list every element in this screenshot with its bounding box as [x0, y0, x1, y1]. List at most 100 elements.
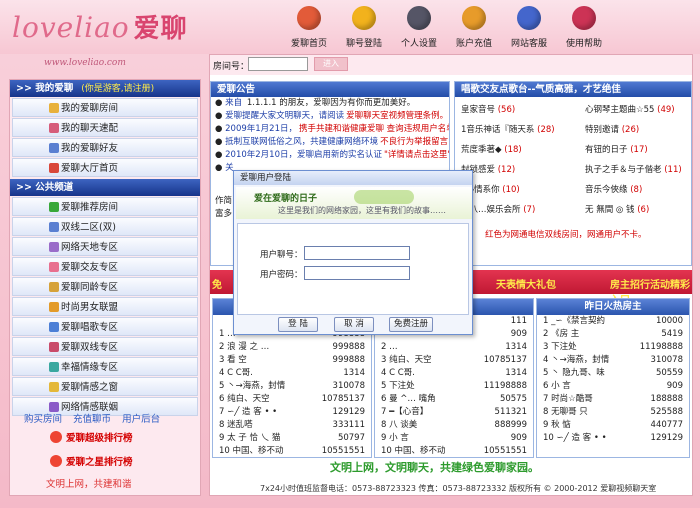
sidebar-item-dual[interactable]: 爱聊双线专区	[12, 337, 198, 356]
rank-row[interactable]: 7 时尚☆酷哥 188888	[537, 393, 689, 406]
announcement-line[interactable]: ● 抵制互联网低俗之风，共建健康网络环境 不良行为举报留言	[211, 136, 449, 149]
announcement-line[interactable]: ● 来自 1.1.1.1 的朋友，爱聊因为有你而更加美好。	[211, 97, 449, 110]
sidebar-item-happy[interactable]: 幸福情缘专区	[12, 357, 198, 376]
rank-row[interactable]: 9 秋 惦 440777	[537, 419, 689, 432]
song-room-count: (8)	[630, 185, 643, 195]
logo-text: loveliao	[12, 11, 130, 44]
nav-login-button[interactable]: 聊号登陆	[336, 6, 392, 50]
rank-row[interactable]: 5 下注处 11198888	[375, 380, 533, 393]
sidebar-item-speed-match[interactable]: 我的聊天速配	[12, 118, 198, 137]
rank-row[interactable]: 6 小 言 909	[537, 380, 689, 393]
rank-row[interactable]: 9 小 言 909	[375, 432, 533, 445]
guest-notice: (你是游客,请注册)	[81, 84, 155, 94]
rank-row[interactable]: 5 丶→海燕，封情 310078	[213, 380, 371, 393]
rank-row[interactable]: 8 无聊哥 只 525588	[537, 406, 689, 419]
user-backend-link[interactable]: 用户后台	[122, 414, 160, 425]
username-input[interactable]	[304, 246, 410, 260]
sidebar-item-dual-line[interactable]: 双线二区(双)	[12, 217, 198, 236]
rank-row[interactable]: 7 ━【心音】 511321	[375, 406, 533, 419]
song-room-item[interactable]: 有钮的日子 (17)	[585, 143, 648, 155]
rank-row[interactable]: 7 ∽╱ 造 客 • • 129129	[213, 406, 371, 419]
rank-row[interactable]: 4 C C哥. 1314	[213, 367, 371, 380]
nav-service-button[interactable]: 网站客服	[501, 6, 557, 50]
star-rank-link[interactable]: 爱聊之星排行榜	[50, 454, 133, 468]
rank-row[interactable]: 3 下注处 11198888	[537, 341, 689, 354]
song-room-count: (18)	[504, 145, 522, 155]
sidebar-item-recommended[interactable]: 爱聊推荐房间	[12, 197, 198, 216]
nav-home-button[interactable]: 爱聊首页	[281, 6, 337, 50]
friends-icon	[49, 143, 59, 153]
login-button[interactable]: 登 陆	[278, 317, 318, 332]
rank-row[interactable]: 4 丶→海燕，封情 310078	[537, 354, 689, 367]
sidebar-slogan: 文明上网，共建和谐	[46, 479, 132, 490]
dialog-title-bar[interactable]: 爱聊用户登陆	[234, 171, 472, 185]
row-value: 999888	[332, 355, 365, 365]
song-room-item[interactable]: 特别邀请 (26)	[585, 123, 639, 135]
rank-row[interactable]: 1 _∽《禁言契約 10000	[537, 315, 689, 328]
rank-row[interactable]: 10 中国、移不动 10551551	[213, 445, 371, 458]
password-input[interactable]	[304, 266, 410, 280]
song-room-item[interactable]: 音乐今俠缘 (8)	[585, 183, 642, 195]
rank-row[interactable]: 6 纯白、天空 10785137	[213, 393, 371, 406]
sidebar-item-hall-home[interactable]: 爱聊大厅首页	[12, 158, 198, 177]
rank-row[interactable]: 10 中国、移不动 10551551	[375, 445, 533, 458]
user-login-icon	[352, 6, 376, 30]
song-room-count: (17)	[630, 145, 648, 155]
logo[interactable]: loveliao 爱聊	[12, 8, 188, 45]
channel-icon	[49, 362, 59, 372]
sidebar-item-network[interactable]: 网络天地专区	[12, 237, 198, 256]
row-value: 10551551	[321, 446, 365, 456]
rank-row[interactable]: 8 迷乱嗒 333111	[213, 419, 371, 432]
super-rank-link[interactable]: 爱聊超级排行榜	[50, 430, 133, 444]
rank-row[interactable]: 2 《房 主 5419	[537, 328, 689, 341]
song-room-count: (49)	[657, 105, 675, 115]
announcement-line[interactable]: ● 爱聊提醒大家文明聊天，请阅读 爱聊聊天室视频管理条例。	[211, 110, 449, 123]
buy-room-link[interactable]: 购买房间	[24, 414, 62, 425]
rank-column-3: 昨日火热房主 1 _∽《禁言契約 10000 2 《房 主 5419 3 下注处 11…	[536, 298, 690, 458]
cancel-button[interactable]: 取 消	[334, 317, 374, 332]
row-value: 909	[510, 433, 527, 443]
song-room-item[interactable]: 荒度季著◆ (18)	[461, 143, 522, 155]
row-value: 1314	[505, 342, 527, 352]
row-name: 2 浪 漫 之 …	[219, 342, 270, 352]
rank-row[interactable]: 5 丶 隐九哥、味 50559	[537, 367, 689, 380]
rank-row[interactable]: 8 八 谈美 888999	[375, 419, 533, 432]
sidebar-item-label: 幸福情缘专区	[61, 362, 119, 373]
song-room-item[interactable]: 执子之手＆与子偕老 (11)	[585, 163, 682, 175]
nav-settings-button[interactable]: 个人设置	[391, 6, 447, 50]
row-value: 5419	[661, 329, 683, 339]
nav-help-button[interactable]: 使用帮助	[556, 6, 612, 50]
song-room-item[interactable]: 皇家音号 (56)	[461, 103, 515, 115]
sidebar-item-peers[interactable]: 爱聊同龄专区	[12, 277, 198, 296]
ann-text: 2010年2月10日，爱聊启用新的实名认证	[225, 150, 382, 160]
sidebar-item-friends[interactable]: 我的爱聊好友	[12, 138, 198, 157]
enter-room-button[interactable]: 进入	[314, 57, 348, 71]
announcement-line[interactable]: ● 2009年1月21日， 携手共建和谐健康爱聊 查询违规用户名单	[211, 123, 449, 136]
rank-row[interactable]: 3 看 空 999888	[213, 354, 371, 367]
rank-row[interactable]: 9 太 子 恰 乀 猫 50797	[213, 432, 371, 445]
rank-row[interactable]: 3 纯白、天空 10785137	[375, 354, 533, 367]
rank-row[interactable]: 10 ∽╱ 造 客 • • 129129	[537, 432, 689, 445]
row-name: 6 曼 ^… 嘴角	[381, 394, 436, 404]
song-room-count: (7)	[523, 205, 536, 215]
channel-icon	[49, 282, 59, 292]
sidebar-item-singing[interactable]: 爱聊唱歌专区	[12, 317, 198, 336]
recharge-link[interactable]: 充值聊币	[73, 414, 111, 425]
register-button[interactable]: 免费注册	[389, 317, 433, 332]
room-number-input[interactable]	[248, 57, 308, 71]
rank-row[interactable]: 2 浪 漫 之 … 999888	[213, 341, 371, 354]
check-icon	[49, 202, 59, 212]
rank-row[interactable]: 2 … 1314	[375, 341, 533, 354]
sidebar-item-my-room[interactable]: 我的爱聊房间	[12, 98, 198, 117]
sidebar-item-dating[interactable]: 爱聊交友专区	[12, 257, 198, 276]
nav-recharge-button[interactable]: 账户充值	[446, 6, 502, 50]
song-room-item[interactable]: 心钢琴主题曲☆55 (49)	[585, 103, 675, 115]
rank-row[interactable]: 6 曼 ^… 嘴角 50575	[375, 393, 533, 406]
sidebar-item-emotion[interactable]: 爱聊情感之窗	[12, 377, 198, 396]
song-room-item[interactable]: 1音乐神话『随天系 (28)	[461, 123, 555, 135]
sidebar-item-fashion[interactable]: 时尚男女联盟	[12, 297, 198, 316]
announcement-line[interactable]: ● 2010年2月10日，爱聊启用新的实名认证 "详情请点击这里"	[211, 149, 449, 162]
song-room-item[interactable]: 无 無間 ◎ 钱 (6)	[585, 203, 649, 215]
sidebar-item-label: 爱聊唱歌专区	[61, 322, 119, 333]
rank-row[interactable]: 4 C C哥. 1314	[375, 367, 533, 380]
